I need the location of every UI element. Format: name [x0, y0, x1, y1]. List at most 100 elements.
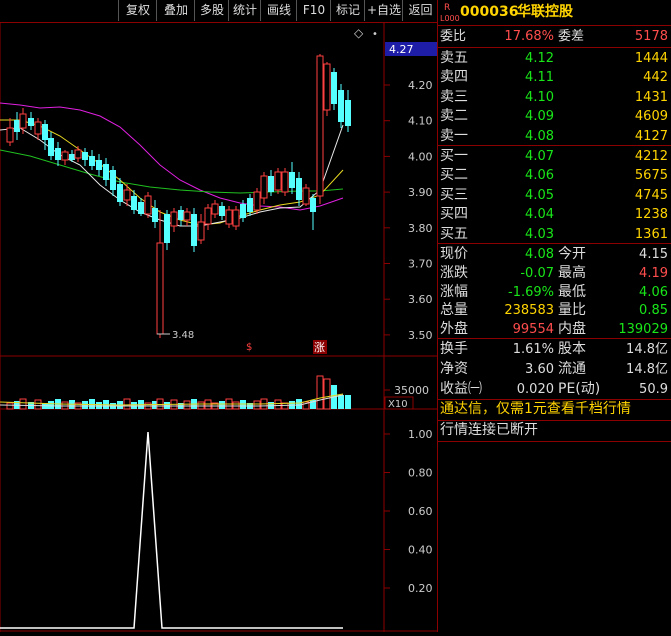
candle-body-down: [69, 154, 75, 160]
candle-body-down: [289, 172, 295, 188]
volume-unit: X10: [388, 399, 408, 410]
bid-label: 买一: [440, 148, 468, 164]
candle-body-down: [55, 148, 61, 160]
volume-bar: [96, 402, 102, 409]
overlay-button[interactable]: 叠加: [156, 0, 195, 21]
candle-body-up: [225, 209, 233, 225]
bid-volume: 4212: [634, 149, 668, 164]
candle-body-down: [345, 100, 351, 126]
mark-button[interactable]: 标记: [330, 0, 365, 21]
bid-price: 4.03: [525, 226, 554, 242]
add-watchlist-button[interactable]: +自选: [364, 0, 403, 21]
volume-bar: [19, 398, 27, 410]
fund-row: 换手 1.61% 股本 14.8亿: [438, 339, 671, 360]
bid-row: 买一 4.07 4212: [438, 146, 671, 167]
volume-bar: [123, 398, 131, 410]
fund-value-2: 14.8亿: [626, 342, 668, 357]
stats-button[interactable]: 统计: [228, 0, 261, 21]
candle-body-up: [123, 189, 131, 201]
ask-row: 卖二 4.09 4609: [438, 106, 671, 127]
volume-bar: [61, 401, 69, 410]
stock-name: 华联控股: [517, 4, 573, 20]
ask-label: 卖二: [440, 108, 468, 125]
price-tick: 3.90: [408, 186, 433, 199]
candle-body-up: [323, 63, 331, 111]
low-price-label: 3.48: [172, 330, 194, 341]
fund-row: 净资 3.60 流通 14.8亿: [438, 359, 671, 380]
stock-code: 000036: [460, 4, 519, 20]
fund-value: 0.020: [516, 381, 554, 397]
f10-button[interactable]: F10: [296, 0, 331, 21]
ask-row: 卖三 4.10 1431: [438, 87, 671, 108]
bid-label: 买五: [440, 225, 468, 242]
price-tick: 4.10: [408, 115, 433, 128]
ask-label: 卖一: [440, 127, 468, 144]
bid-row: 买三 4.05 4745: [438, 185, 671, 206]
candle-body-down: [152, 208, 158, 222]
candle-body-down: [96, 160, 102, 170]
promo-text[interactable]: 通达信，仅需1元查看千档行情: [440, 399, 631, 420]
candle-body-up: [232, 209, 240, 227]
bid-volume: 4745: [634, 187, 668, 203]
fund-value-2: 14.8亿: [626, 361, 668, 377]
indicator-axis: 1.00 0.80 0.60 0.40 0.20: [384, 428, 433, 595]
weibi-value: 17.68%: [504, 29, 554, 44]
back-button[interactable]: 返回: [402, 0, 438, 21]
chart-toolbar: 复权 叠加 多股 统计 画线 F10 标记 +自选 返回: [0, 0, 437, 23]
ask-price: 4.12: [525, 51, 554, 66]
diamond-icon[interactable]: ◇: [354, 26, 364, 40]
candle-body-up: [274, 171, 282, 191]
marker-zhang: 涨: [314, 341, 325, 354]
candle-body-down: [89, 156, 95, 166]
bid-price: 4.06: [525, 168, 554, 184]
stock-header: R L000 000036 华联控股: [438, 2, 671, 23]
ask-price: 4.09: [525, 109, 554, 125]
candle-body-down: [178, 210, 184, 220]
ask-row: 卖五 4.12 1444: [438, 48, 671, 69]
candle-body-up: [170, 211, 178, 227]
price-axis: 4.20 4.10 4.00 3.90 3.80 3.70 3.60 3.50: [384, 79, 433, 342]
candle-body-down: [14, 120, 20, 132]
fund-value: 3.60: [525, 361, 554, 377]
fund-label-2: PE(动): [558, 380, 601, 397]
candle-body-up: [204, 207, 212, 225]
indicator-tick: 0.40: [408, 544, 433, 557]
promo-row[interactable]: 通达信，仅需1元查看千档行情: [438, 399, 671, 420]
volume-bar: [82, 401, 88, 409]
multi-stock-button[interactable]: 多股: [194, 0, 229, 21]
draw-line-button[interactable]: 画线: [260, 0, 297, 21]
volume-bar: [6, 402, 14, 410]
candle-body-up: [253, 191, 261, 211]
candle-body-up: [19, 113, 27, 129]
candle-body-down: [296, 178, 302, 200]
candlesticks: [6, 54, 351, 338]
bid-label: 买三: [440, 186, 468, 203]
candle-body-down: [82, 152, 88, 160]
candle-body-down: [42, 124, 48, 140]
candle-body-down: [164, 214, 170, 243]
weibi-row: 委比 17.68% 委差 5178: [438, 26, 671, 47]
kline-chart-svg[interactable]: 4.204.104.003.903.803.703.603.50 4.27 ◇ …: [0, 22, 437, 632]
candle-body-up: [302, 187, 310, 205]
bid-volume: 1238: [634, 207, 668, 223]
bid-label: 买四: [440, 206, 468, 223]
price-tick: 3.80: [408, 222, 433, 235]
indicator-tick: 1.00: [408, 428, 433, 441]
bid-price: 4.05: [525, 187, 554, 203]
volume-bar: [296, 399, 302, 409]
price-tick: 3.60: [408, 293, 433, 306]
candle-body-down: [331, 72, 337, 104]
ask-price: 4.11: [525, 70, 554, 86]
fund-label-2: 股本: [558, 341, 586, 357]
ask-price: 4.08: [525, 128, 554, 144]
ask-volume: 4609: [634, 109, 668, 125]
bullet-icon: •: [372, 29, 378, 40]
volume-bar: [183, 400, 191, 410]
candle-body-down: [117, 184, 123, 202]
fund-value-2: 50.9: [639, 381, 668, 397]
kline-chart-area[interactable]: 4.20 4.10 4.00 3.90 3.80 3.70 3.60 3.50 4.27 ◇ …: [0, 22, 437, 632]
ask-price: 4.10: [525, 89, 554, 105]
fuquan-button[interactable]: 复权: [118, 0, 157, 21]
fund-label-2: 流通: [558, 360, 586, 377]
indicator-tick: 0.60: [408, 505, 433, 518]
